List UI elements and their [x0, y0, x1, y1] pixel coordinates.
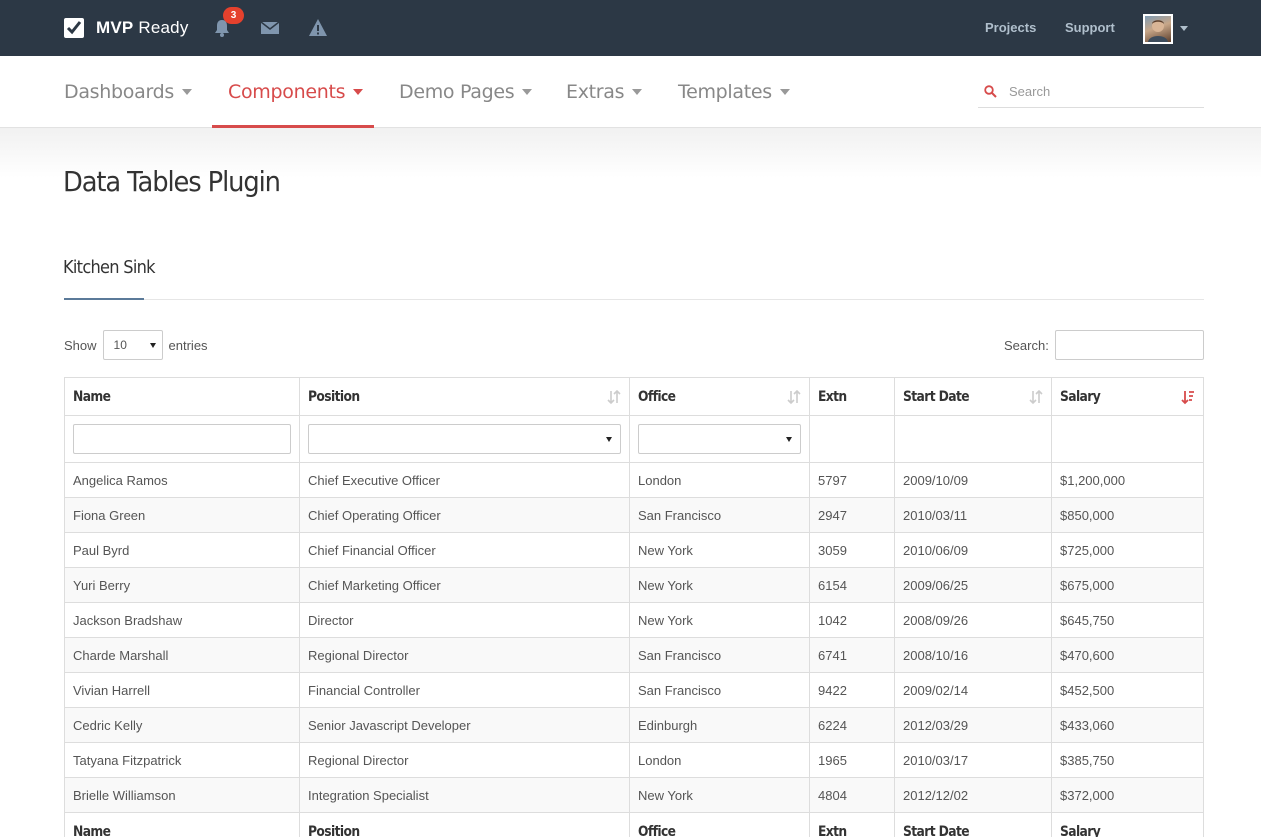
- column-header-office[interactable]: Office: [629, 377, 810, 416]
- sort-icon: [1029, 389, 1043, 405]
- footer-header-extn: Extn: [809, 812, 895, 837]
- main-nav: Dashboards Components Demo Pages Extras …: [0, 56, 1261, 128]
- length-control: Show 10 entries: [64, 330, 208, 360]
- search-label: Search:: [1004, 337, 1049, 353]
- nav-search-input[interactable]: [1009, 84, 1189, 99]
- position-filter-select[interactable]: [308, 424, 621, 454]
- table-row[interactable]: Brielle Williamson Integration Specialist…: [64, 777, 1204, 813]
- table-row[interactable]: Jackson Bradshaw Director New York 1042 2008…: [64, 602, 1204, 638]
- show-label: Show: [64, 337, 97, 353]
- column-header-name[interactable]: Name: [64, 377, 300, 416]
- caret-down-icon: [353, 89, 364, 95]
- data-table: Name Position Office Extn Start Date Sal…: [64, 377, 1204, 837]
- projects-link[interactable]: Projects: [985, 20, 1036, 35]
- select-arrow-icon: [149, 343, 156, 348]
- nav-templates[interactable]: Templates: [678, 56, 790, 128]
- column-header-salary[interactable]: Salary: [1051, 377, 1204, 416]
- section-title: Kitchen Sink: [63, 257, 156, 278]
- section-divider: [64, 299, 1204, 300]
- filter-row: [64, 415, 1204, 463]
- notification-badge: 3: [223, 7, 244, 24]
- table-footer-row: Name Position Office Extn Start Date Sal…: [64, 812, 1204, 837]
- select-arrow-icon: [606, 437, 612, 442]
- table-header-row: Name Position Office Extn Start Date Sal…: [64, 377, 1204, 416]
- entries-length-select[interactable]: 10: [102, 330, 163, 360]
- avatar[interactable]: [1143, 14, 1173, 44]
- sort-icon: [607, 389, 621, 405]
- brand-logo[interactable]: MVP Ready: [64, 17, 189, 39]
- warning-icon[interactable]: [308, 18, 328, 38]
- table-search: Search:: [1004, 330, 1204, 360]
- top-bar: MVP Ready 3 Projects Support: [0, 0, 1261, 56]
- office-filter-select[interactable]: [638, 424, 801, 454]
- caret-down-icon: [522, 89, 533, 95]
- table-row[interactable]: Vivian Harrell Financial Controller San Fr…: [64, 672, 1204, 708]
- table-search-input[interactable]: [1054, 330, 1204, 360]
- column-header-start-date[interactable]: Start Date: [894, 377, 1052, 416]
- search-icon: [984, 85, 997, 98]
- table-row[interactable]: Fiona Green Chief Operating Officer San Fr…: [64, 497, 1204, 533]
- footer-header-position: Position: [299, 812, 630, 837]
- table-row[interactable]: Cedric Kelly Senior Javascript Developer E…: [64, 707, 1204, 743]
- user-menu-caret-icon[interactable]: [1180, 26, 1188, 31]
- table-row[interactable]: Charde Marshall Regional Director San Fran…: [64, 637, 1204, 673]
- footer-header-salary: Salary: [1051, 812, 1204, 837]
- column-header-extn[interactable]: Extn: [809, 377, 895, 416]
- envelope-icon[interactable]: [260, 18, 280, 38]
- caret-down-icon: [181, 89, 192, 95]
- sort-icon: [787, 389, 801, 405]
- nav-demo-pages[interactable]: Demo Pages: [399, 56, 533, 128]
- brand-name: MVP Ready: [96, 18, 189, 37]
- caret-down-icon: [632, 89, 643, 95]
- footer-header-office: Office: [629, 812, 810, 837]
- caret-down-icon: [779, 89, 790, 95]
- page-title: Data Tables Plugin: [63, 165, 281, 198]
- nav-dashboards[interactable]: Dashboards: [64, 56, 192, 128]
- table-row[interactable]: Paul Byrd Chief Financial Officer New York…: [64, 532, 1204, 568]
- table-row[interactable]: Tatyana Fitzpatrick Regional Director Lond…: [64, 742, 1204, 778]
- column-header-position[interactable]: Position: [299, 377, 630, 416]
- check-icon: [64, 18, 84, 38]
- section-divider-accent: [64, 298, 144, 300]
- footer-header-name: Name: [64, 812, 300, 837]
- table-row[interactable]: Angelica Ramos Chief Executive Officer Lon…: [64, 462, 1204, 498]
- table-row[interactable]: Yuri Berry Chief Marketing Officer New Yor…: [64, 567, 1204, 603]
- nav-search[interactable]: [978, 76, 1204, 108]
- sort-descending-icon: [1181, 391, 1194, 405]
- nav-components[interactable]: Components: [228, 56, 364, 128]
- select-arrow-icon: [786, 437, 792, 442]
- support-link[interactable]: Support: [1065, 20, 1115, 35]
- name-filter-input[interactable]: [73, 424, 291, 454]
- nav-extras[interactable]: Extras: [566, 56, 643, 128]
- entries-label: entries: [168, 337, 208, 353]
- footer-header-start-date: Start Date: [894, 812, 1052, 837]
